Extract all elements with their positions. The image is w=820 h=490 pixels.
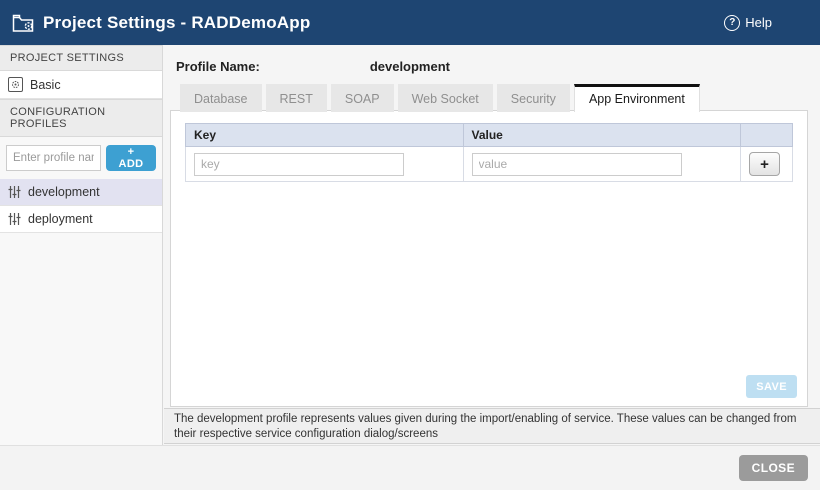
sliders-icon xyxy=(8,185,21,199)
table-header-row: Key Value xyxy=(186,124,793,147)
value-input[interactable] xyxy=(472,153,682,176)
profile-item-label: deployment xyxy=(28,212,93,226)
profile-name-row: Profile Name: development xyxy=(164,45,820,84)
add-row-button[interactable]: + xyxy=(749,152,780,176)
value-cell xyxy=(463,147,741,182)
help-button[interactable]: ? Help xyxy=(718,11,778,35)
action-cell: + xyxy=(741,147,793,182)
profile-name-label: Profile Name: xyxy=(176,59,260,74)
close-button[interactable]: CLOSE xyxy=(739,455,808,481)
profile-note: The development profile represents value… xyxy=(164,408,820,444)
dialog-header: Project Settings - RADDemoApp ? Help xyxy=(0,0,820,45)
column-header-value: Value xyxy=(463,124,741,147)
save-button[interactable]: SAVE xyxy=(746,375,797,398)
tab-web-socket[interactable]: Web Socket xyxy=(398,84,493,112)
tab-bar: DatabaseRESTSOAPWeb SocketSecurityApp En… xyxy=(164,84,820,112)
section-configuration-profiles: CONFIGURATION PROFILES xyxy=(0,99,162,137)
main-content: Profile Name: development DatabaseRESTSO… xyxy=(164,45,820,408)
add-profile-row: + ADD xyxy=(0,137,162,179)
tab-content-panel: Key Value + xyxy=(170,110,808,407)
section-project-settings: PROJECT SETTINGS xyxy=(0,45,162,71)
dialog-footer: CLOSE xyxy=(0,445,820,490)
project-settings-icon xyxy=(12,13,35,33)
tab-soap[interactable]: SOAP xyxy=(331,84,394,112)
basic-item-label: Basic xyxy=(30,78,61,92)
column-header-key: Key xyxy=(186,124,464,147)
table-row: + xyxy=(186,147,793,182)
profile-item-development[interactable]: development xyxy=(0,179,162,206)
profile-name-input[interactable] xyxy=(6,145,101,171)
question-mark-icon: ? xyxy=(724,15,740,31)
sidebar: PROJECT SETTINGS Basic CONFIGURATION PRO… xyxy=(0,45,163,445)
dialog-title: Project Settings - RADDemoApp xyxy=(43,13,310,33)
column-header-action xyxy=(741,124,793,147)
tab-app-environment[interactable]: App Environment xyxy=(574,84,700,112)
sidebar-item-basic[interactable]: Basic xyxy=(0,71,162,99)
profile-name-value: development xyxy=(370,59,450,74)
basic-settings-icon xyxy=(8,77,23,92)
key-input[interactable] xyxy=(194,153,404,176)
sliders-icon xyxy=(8,212,21,226)
add-profile-button[interactable]: + ADD xyxy=(106,145,156,171)
key-cell xyxy=(186,147,464,182)
profile-item-deployment[interactable]: deployment xyxy=(0,206,162,233)
help-label: Help xyxy=(745,15,772,30)
tab-security[interactable]: Security xyxy=(497,84,570,112)
tab-rest[interactable]: REST xyxy=(266,84,327,112)
tab-database[interactable]: Database xyxy=(180,84,262,112)
key-value-table: Key Value + xyxy=(185,123,793,182)
profile-item-label: development xyxy=(28,185,100,199)
project-settings-dialog: Project Settings - RADDemoApp ? Help PRO… xyxy=(0,0,820,490)
profile-list: development deployment xyxy=(0,179,162,233)
